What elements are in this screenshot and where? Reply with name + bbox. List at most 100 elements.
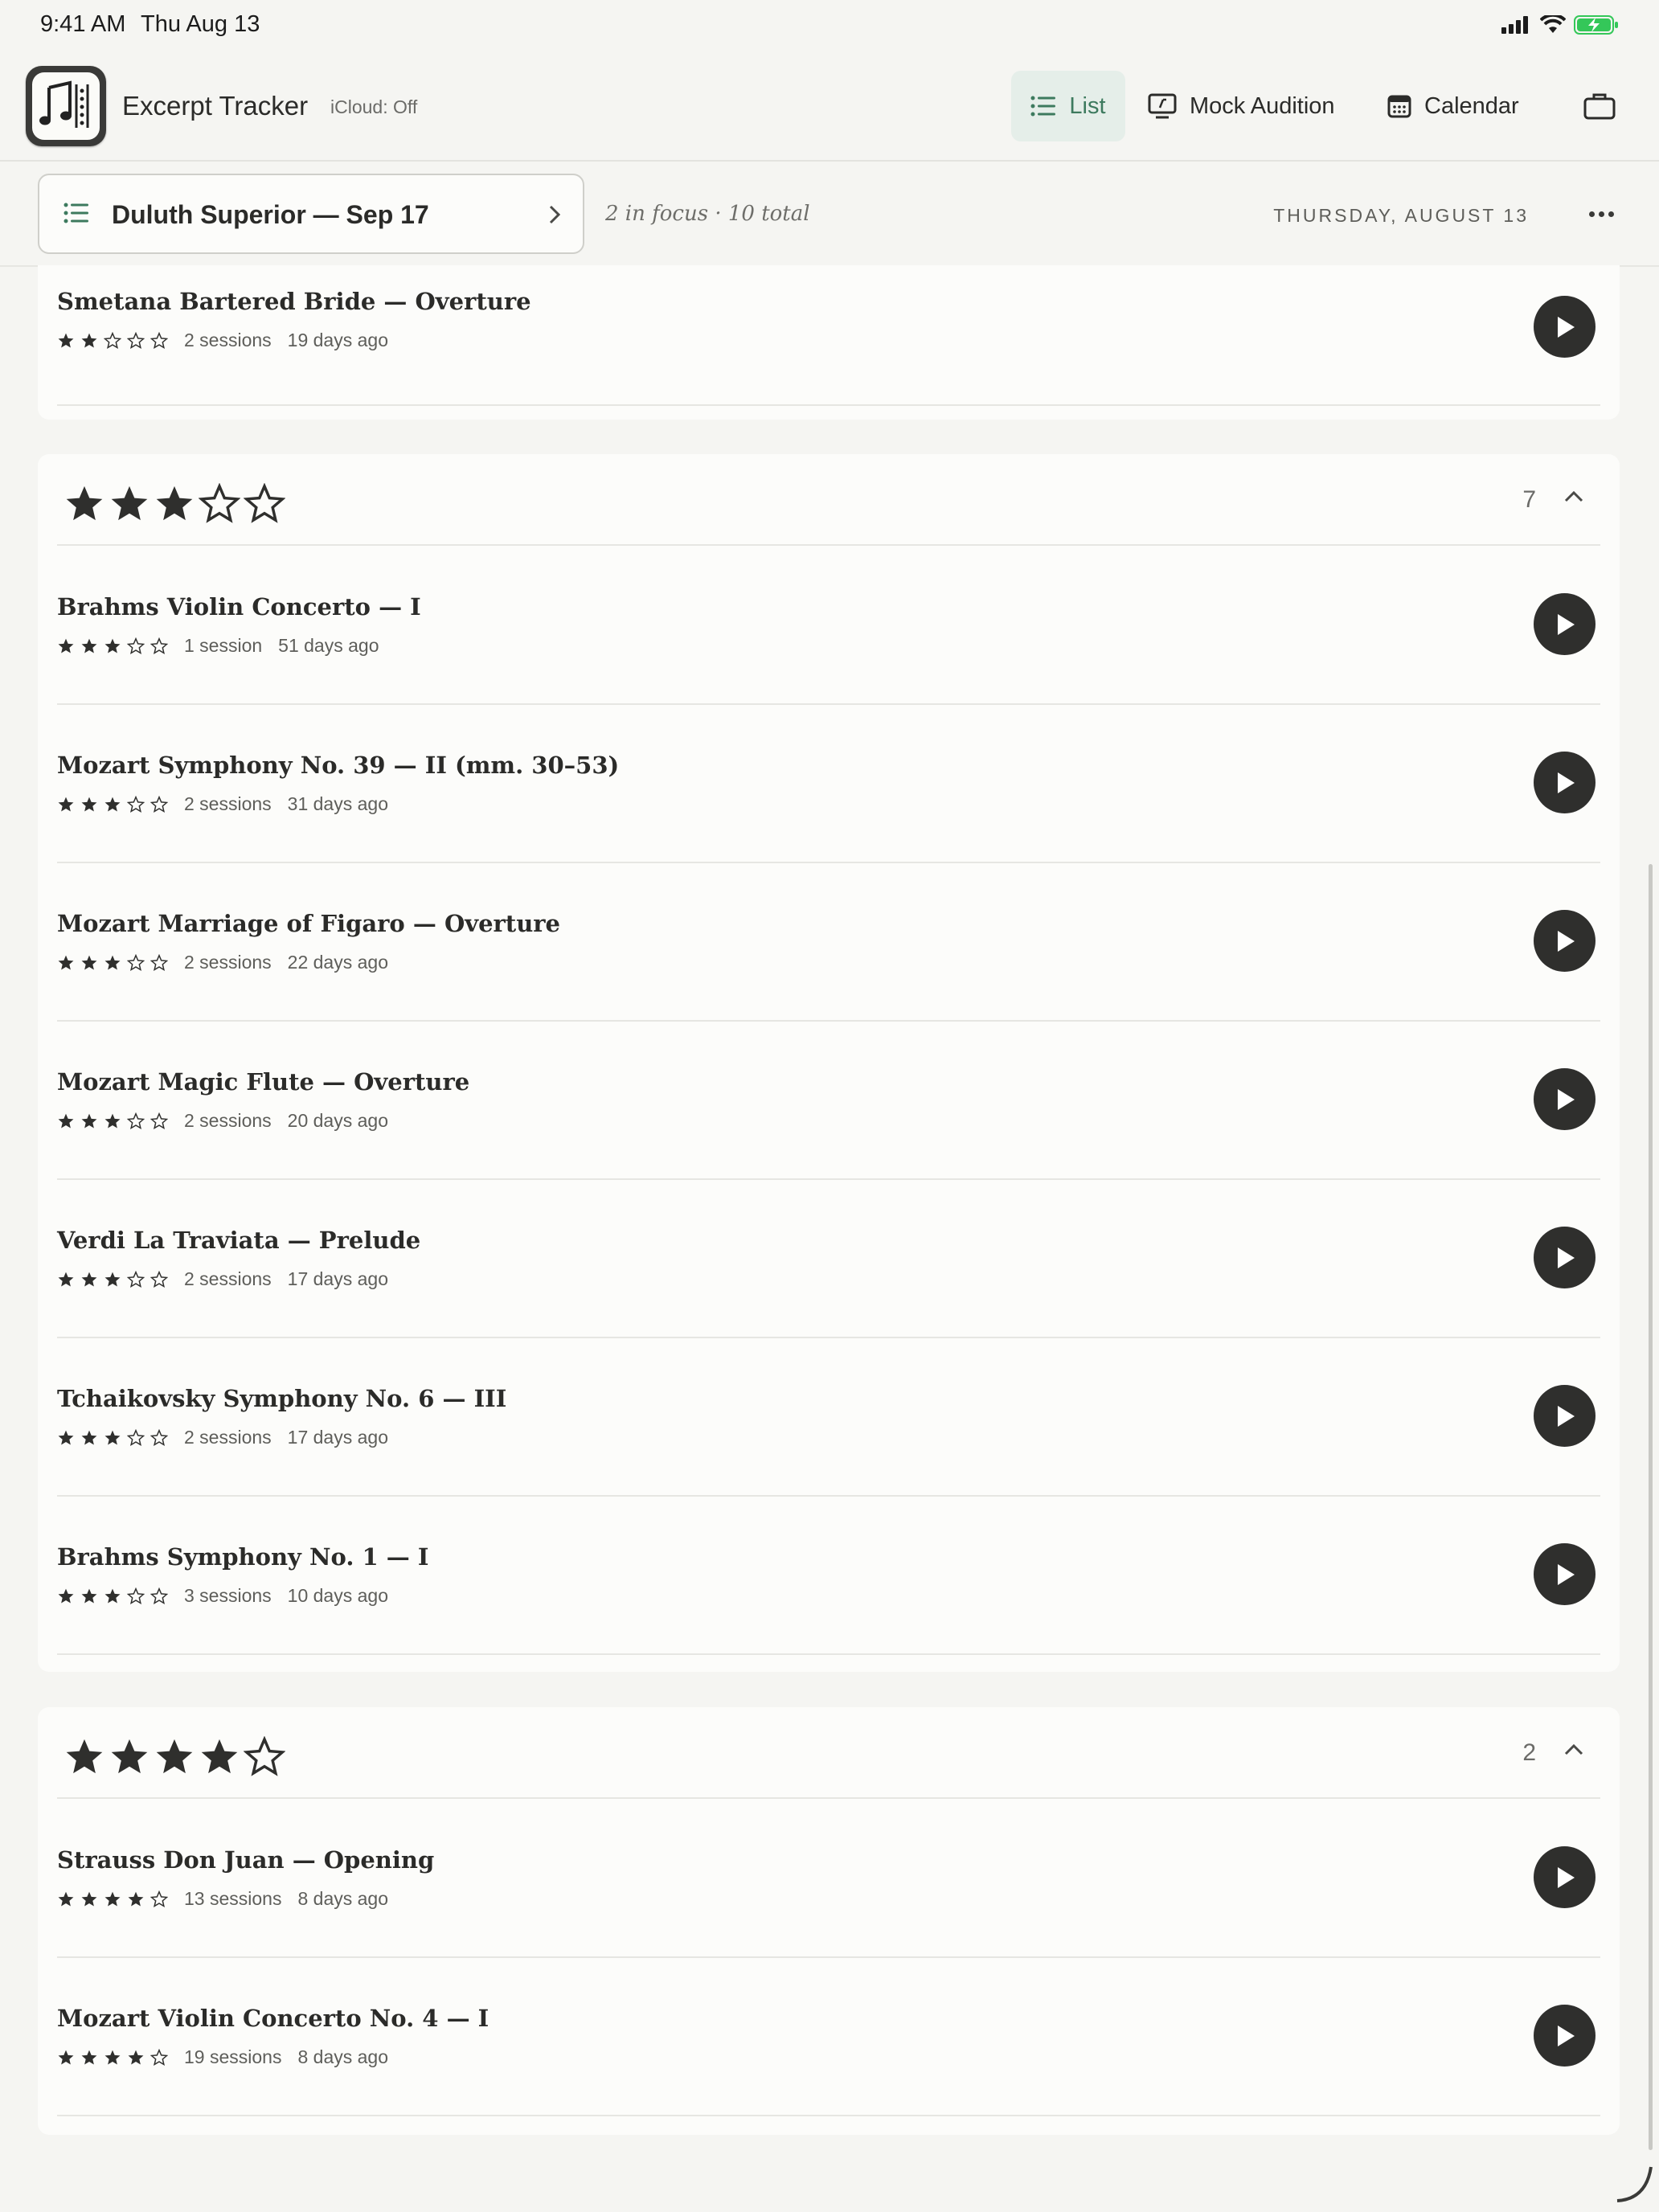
excerpt-title: Tchaikovsky Symphony No. 6 — III <box>57 1385 507 1412</box>
star-empty-icon <box>127 1112 145 1129</box>
star-filled-icon <box>58 1113 74 1129</box>
chevron-up-icon[interactable] <box>1563 1743 1584 1757</box>
star-filled-icon <box>104 2050 121 2065</box>
status-icons <box>1501 14 1619 35</box>
session-count: 2 sessions <box>184 1268 272 1289</box>
star-empty-icon <box>150 2048 168 2066</box>
rating-group-4: 2 Strauss Don Juan — Opening 13 sessions 8… <box>38 1707 1620 2135</box>
session-count: 2 sessions <box>184 1427 272 1448</box>
last-practiced: 20 days ago <box>287 1110 388 1131</box>
last-practiced: 31 days ago <box>287 793 388 814</box>
star-filled-icon <box>58 2050 74 2065</box>
list-item[interactable]: Mozart Magic Flute — Overture 2 sessions 2… <box>57 1020 1600 1180</box>
star-filled-icon <box>66 485 103 521</box>
star-empty-icon <box>150 1587 168 1604</box>
wifi-icon <box>1540 15 1566 33</box>
play-icon <box>1557 930 1575 952</box>
briefcase-icon <box>1583 93 1616 120</box>
group-header[interactable]: 7 <box>57 454 1600 546</box>
play-button[interactable] <box>1534 1385 1596 1447</box>
nav-mock-audition-button[interactable]: Mock Audition <box>1148 71 1335 141</box>
star-empty-icon <box>150 1428 168 1446</box>
star-filled-icon <box>81 333 97 348</box>
star-filled-icon <box>58 1588 74 1604</box>
star-empty-icon <box>244 1736 285 1776</box>
excerpt-title: Strauss Don Juan — Opening <box>57 1846 435 1874</box>
status-date: Thu Aug 13 <box>141 11 260 37</box>
star-filled-icon <box>58 955 74 970</box>
list-icon <box>1030 96 1056 117</box>
nav-calendar-button[interactable]: Calendar <box>1387 71 1519 141</box>
excerpt-title: Mozart Violin Concerto No. 4 — I <box>57 2005 490 2032</box>
group-header[interactable]: 2 <box>57 1707 1600 1799</box>
presentation-monitor-icon <box>1148 93 1177 119</box>
list-item[interactable]: Verdi La Traviata — Prelude 2 sessions 17 … <box>57 1178 1600 1338</box>
nav-calendar-label: Calendar <box>1424 92 1519 119</box>
star-filled-icon <box>58 797 74 812</box>
star-filled-icon <box>58 638 74 653</box>
play-button[interactable] <box>1534 752 1596 813</box>
star-empty-icon <box>104 331 121 349</box>
star-filled-icon <box>81 1588 97 1604</box>
excerpt-meta: 2 sessions 22 days ago <box>57 952 388 973</box>
app-icon[interactable] <box>26 66 106 146</box>
session-count: 2 sessions <box>184 793 272 814</box>
list-item[interactable]: Smetana Bartered Bride — Overture 2 sess… <box>57 215 1600 406</box>
play-button[interactable] <box>1534 593 1596 655</box>
last-practiced: 51 days ago <box>278 635 379 656</box>
star-empty-icon <box>150 637 168 654</box>
play-icon <box>1557 1405 1575 1427</box>
briefcase-button[interactable] <box>1579 71 1620 141</box>
star-filled-icon <box>81 2050 97 2065</box>
list-item[interactable]: Brahms Symphony No. 1 — I 3 sessions 10 da… <box>57 1495 1600 1655</box>
play-button[interactable] <box>1534 910 1596 972</box>
list-item[interactable]: Brahms Violin Concerto — I 1 session 51 da… <box>57 545 1600 705</box>
play-icon <box>1557 1088 1575 1110</box>
list-item[interactable]: Tchaikovsky Symphony No. 6 — III 2 sessio… <box>57 1337 1600 1497</box>
excerpt-meta: 2 sessions 31 days ago <box>57 793 388 815</box>
rating-stars <box>57 1112 168 1130</box>
list-item[interactable]: Strauss Don Juan — Opening 13 sessions 8 d… <box>57 1798 1600 1958</box>
last-practiced: 8 days ago <box>297 2046 388 2067</box>
excerpt-meta: 2 sessions 20 days ago <box>57 1110 388 1132</box>
star-filled-icon <box>81 955 97 970</box>
play-button[interactable] <box>1534 296 1596 358</box>
excerpt-meta: 13 sessions 8 days ago <box>57 1888 388 1910</box>
nav-list-button[interactable]: List <box>1011 71 1125 141</box>
group-rating-stars <box>63 1736 285 1778</box>
rating-stars <box>57 2048 168 2067</box>
star-filled-icon <box>66 1739 103 1774</box>
session-count: 3 sessions <box>184 1585 272 1606</box>
rating-stars <box>57 1428 168 1447</box>
status-time: 9:41 AM <box>40 11 126 37</box>
scrollbar[interactable] <box>1649 864 1653 2150</box>
play-button[interactable] <box>1534 1846 1596 1908</box>
star-empty-icon <box>127 953 145 971</box>
list-item[interactable]: Mozart Marriage of Figaro — Overture 2 se… <box>57 862 1600 1022</box>
list-item[interactable]: Mozart Symphony No. 39 — II (mm. 30–53) 2… <box>57 703 1600 863</box>
star-filled-icon <box>111 1739 148 1774</box>
star-filled-icon <box>58 333 74 348</box>
excerpt-title: Mozart Magic Flute — Overture <box>57 1068 470 1096</box>
last-practiced: 8 days ago <box>297 1888 388 1909</box>
star-filled-icon <box>104 1430 121 1445</box>
star-filled-icon <box>81 1891 97 1907</box>
star-filled-icon <box>81 797 97 812</box>
chevron-up-icon[interactable] <box>1563 490 1584 504</box>
play-button[interactable] <box>1534 1068 1596 1130</box>
star-empty-icon <box>199 483 240 523</box>
rating-group-2: Smetana Bartered Bride — Overture 2 sess… <box>38 265 1620 420</box>
play-button[interactable] <box>1534 1227 1596 1288</box>
list-item[interactable]: Mozart Violin Concerto No. 4 — I 19 sessi… <box>57 1956 1600 2116</box>
star-filled-icon <box>81 1272 97 1287</box>
rating-stars <box>57 637 168 655</box>
rating-stars <box>57 1587 168 1605</box>
star-filled-icon <box>128 2050 144 2065</box>
play-button[interactable] <box>1534 2005 1596 2067</box>
battery-charging-icon <box>1574 15 1618 35</box>
top-toolbar: Excerpt Tracker iCloud: Off List Mock Au… <box>0 53 1659 162</box>
rating-group-3: 7 Brahms Violin Concerto — I 1 session 51 … <box>38 454 1620 1672</box>
play-button[interactable] <box>1534 1543 1596 1605</box>
star-empty-icon <box>127 1428 145 1446</box>
status-bar: 9:41 AM Thu Aug 13 <box>0 0 1659 53</box>
